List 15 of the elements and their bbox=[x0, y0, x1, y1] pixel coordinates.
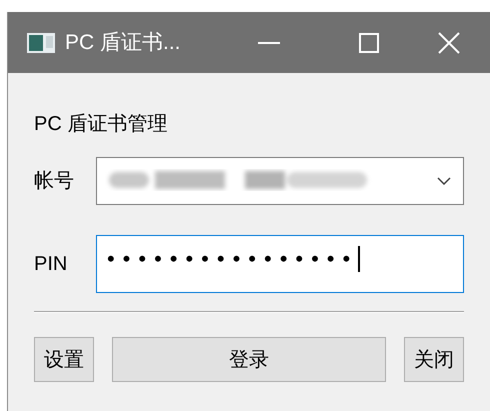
dialog-button[interactable]: 登录 bbox=[112, 337, 386, 382]
pin-value: •••••••••••••••• bbox=[106, 246, 358, 272]
chevron-down-icon bbox=[437, 177, 451, 185]
pin-field[interactable]: •••••••••••••••• bbox=[96, 235, 464, 293]
dialog-button[interactable]: 关闭 bbox=[404, 337, 464, 382]
pin-label: PIN bbox=[34, 252, 68, 277]
close-icon bbox=[438, 32, 460, 54]
dialog-button[interactable]: 设置 bbox=[34, 337, 94, 382]
window-title: PC 盾证书... bbox=[65, 30, 181, 56]
minimize-icon bbox=[258, 42, 280, 44]
app-icon bbox=[27, 32, 55, 54]
dialog-heading: PC 盾证书管理 bbox=[34, 112, 168, 137]
maximize-icon bbox=[359, 32, 379, 52]
account-label: 帐号 bbox=[34, 169, 75, 194]
account-dropdown[interactable] bbox=[96, 157, 464, 205]
